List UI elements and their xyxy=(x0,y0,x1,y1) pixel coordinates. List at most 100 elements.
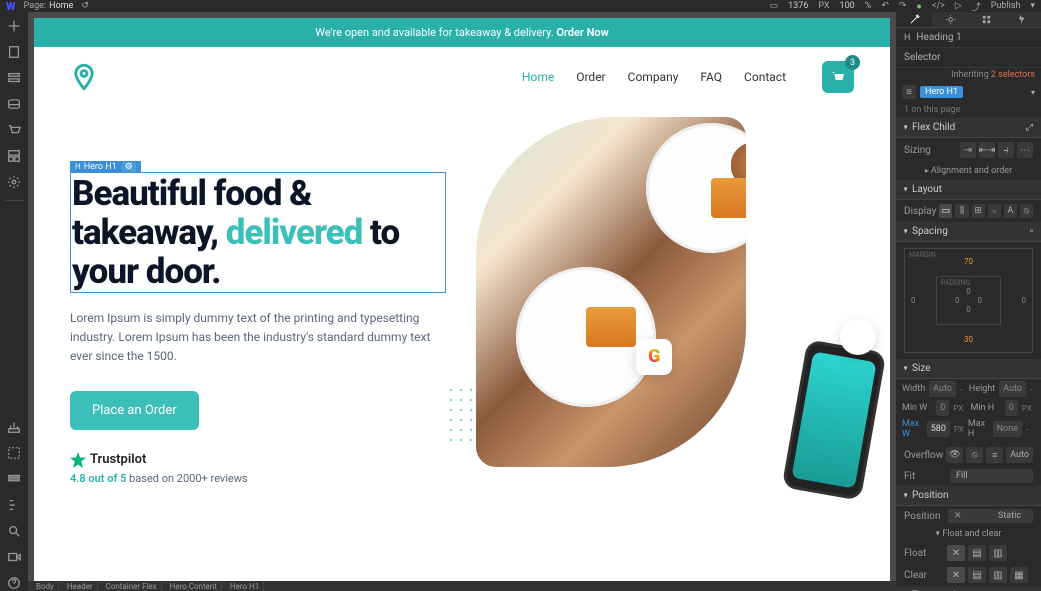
site-logo[interactable] xyxy=(70,63,98,91)
cta-button[interactable]: Place an Order xyxy=(70,391,199,430)
style-tab[interactable] xyxy=(896,12,932,27)
grid-view-icon[interactable] xyxy=(6,471,22,487)
float-left-icon[interactable]: ▤ xyxy=(968,545,986,561)
publish-button[interactable]: Publish xyxy=(991,1,1021,11)
section-typography[interactable]: Typography xyxy=(896,586,1041,591)
maxw-input[interactable]: 580 xyxy=(927,421,950,437)
display-inlineblock-icon[interactable]: ▫ xyxy=(988,204,1001,218)
section-spacing[interactable]: Spacing▫ xyxy=(896,222,1041,242)
float-none-icon[interactable]: ✕ xyxy=(947,545,965,561)
publish-chevron-icon[interactable]: ▾ xyxy=(1030,1,1035,11)
page-name[interactable]: Home xyxy=(49,1,73,11)
margin-left[interactable]: 0 xyxy=(911,296,916,305)
fit-select[interactable]: Fill xyxy=(950,469,1033,483)
audit-icon[interactable] xyxy=(6,419,22,435)
margin-bottom[interactable]: 30 xyxy=(911,335,1026,344)
ecommerce-icon[interactable] xyxy=(6,122,22,138)
nav-home[interactable]: Home xyxy=(522,70,554,84)
display-block-icon[interactable]: ▭ xyxy=(939,204,952,218)
add-element-icon[interactable] xyxy=(6,18,22,34)
maxh-input[interactable]: None xyxy=(993,421,1022,437)
revert-icon[interactable]: ↺ xyxy=(81,1,89,11)
padding-left[interactable]: 0 xyxy=(955,296,960,305)
sizing-shrink-icon[interactable]: ⇥ xyxy=(960,142,976,158)
hero-paragraph[interactable]: Lorem Ipsum is simply dummy text of the … xyxy=(70,309,446,367)
canvas-width[interactable]: 1376 xyxy=(788,1,808,11)
interactions-tab[interactable] xyxy=(1005,12,1041,27)
cart-button[interactable]: 3 xyxy=(822,61,854,93)
section-layout[interactable]: Layout xyxy=(896,180,1041,200)
nav-company[interactable]: Company xyxy=(628,70,679,84)
sizing-none-icon[interactable]: ⫞ xyxy=(998,142,1014,158)
assets-icon[interactable] xyxy=(6,148,22,164)
expand-icon[interactable]: ⤢ xyxy=(1026,123,1033,133)
nav-faq[interactable]: FAQ xyxy=(700,70,722,84)
help-icon[interactable] xyxy=(6,575,22,591)
display-none-icon[interactable]: ⦸ xyxy=(1020,204,1033,218)
overflow-auto[interactable]: Auto xyxy=(1006,447,1033,463)
code-icon[interactable]: </> xyxy=(932,1,945,11)
export-icon[interactable]: ⤴ xyxy=(972,0,981,13)
selection-label[interactable]: Hero H1⚙ xyxy=(70,161,141,173)
clear-both-icon[interactable]: ▦ xyxy=(1010,567,1028,583)
crumb[interactable]: Body xyxy=(32,582,59,591)
crumb[interactable]: Hero H1 xyxy=(226,582,264,591)
float-right-icon[interactable]: ▥ xyxy=(989,545,1007,561)
nav-contact[interactable]: Contact xyxy=(744,70,786,84)
spacing-editor[interactable]: MARGIN 70 0 PADDING 0 00 0 0 30 xyxy=(904,248,1033,353)
undo-icon[interactable]: ↶ xyxy=(881,1,889,11)
video-icon[interactable] xyxy=(6,549,22,565)
display-grid-icon[interactable]: ⊞ xyxy=(972,204,985,218)
float-clear-toggle[interactable]: Float and clear xyxy=(896,526,1041,542)
announce-link[interactable]: Order Now xyxy=(556,26,608,39)
padding-right[interactable]: 0 xyxy=(978,296,983,305)
redo-icon[interactable]: ↷ xyxy=(899,1,907,11)
inherit-row[interactable]: Inheriting 2 selectors xyxy=(896,68,1041,82)
webflow-logo[interactable]: W xyxy=(6,0,16,13)
design-canvas[interactable]: We're open and available for takeaway & … xyxy=(28,12,896,581)
selector-type-icon[interactable]: ≡ xyxy=(902,85,916,99)
pages-icon[interactable] xyxy=(6,44,22,60)
selector-chevron-icon[interactable]: ▾ xyxy=(1031,88,1035,97)
margin-right[interactable]: 0 xyxy=(1022,296,1027,305)
manager-tab[interactable] xyxy=(969,12,1005,27)
padding-bottom[interactable]: 0 xyxy=(955,305,982,314)
alignment-toggle[interactable]: Alignment and order xyxy=(896,162,1041,180)
hero-heading[interactable]: Beautiful food & takeaway, delivered to … xyxy=(70,172,446,294)
display-inline-icon[interactable]: A xyxy=(1004,204,1017,218)
bp-desktop-icon[interactable]: ▭ xyxy=(770,1,779,11)
selector-input[interactable]: ≡ Hero H1 ▾ xyxy=(896,82,1041,102)
crumb[interactable]: Container Flex xyxy=(102,582,162,591)
layout-crop-icon[interactable] xyxy=(6,445,22,461)
section-flex-child[interactable]: Flex Child⤢ xyxy=(896,118,1041,138)
check-icon[interactable]: ● xyxy=(916,1,921,12)
padding-top[interactable]: 0 xyxy=(955,287,982,296)
crumb[interactable]: Header xyxy=(63,582,98,591)
selector-class-tag[interactable]: Hero H1 xyxy=(920,86,963,98)
display-flex-icon[interactable]: ⫼ xyxy=(955,204,968,218)
position-select[interactable]: ✕Static xyxy=(948,509,1033,523)
cms-icon[interactable] xyxy=(6,96,22,112)
clear-none-icon[interactable]: ✕ xyxy=(947,567,965,583)
preview-icon[interactable]: ▷ xyxy=(955,1,962,11)
minw-input[interactable]: 0 xyxy=(936,400,949,416)
height-input[interactable]: Auto xyxy=(999,381,1026,397)
settings-tab[interactable] xyxy=(932,12,968,27)
sizing-grow-icon[interactable]: ⇤⇥ xyxy=(979,142,995,158)
clear-right-icon[interactable]: ▥ xyxy=(989,567,1007,583)
sizing-more-icon[interactable]: ⋯ xyxy=(1017,142,1033,158)
minh-input[interactable]: 0 xyxy=(1005,400,1018,416)
tree-icon[interactable] xyxy=(6,497,22,513)
section-position[interactable]: Position xyxy=(896,486,1041,506)
search-icon[interactable] xyxy=(6,523,22,539)
overflow-scroll-icon[interactable]: ≡ xyxy=(986,447,1003,463)
nav-order[interactable]: Order xyxy=(576,70,605,84)
overflow-hidden-icon[interactable]: ⦸ xyxy=(966,447,983,463)
width-input[interactable]: Auto xyxy=(929,381,956,397)
selection-gear-icon[interactable]: ⚙ xyxy=(122,162,136,172)
zoom-value[interactable]: 100 xyxy=(840,1,855,11)
clear-left-icon[interactable]: ▤ xyxy=(968,567,986,583)
spacing-expand-icon[interactable]: ▫ xyxy=(1029,226,1033,237)
settings-icon[interactable] xyxy=(6,174,22,190)
section-size[interactable]: Size xyxy=(896,359,1041,379)
